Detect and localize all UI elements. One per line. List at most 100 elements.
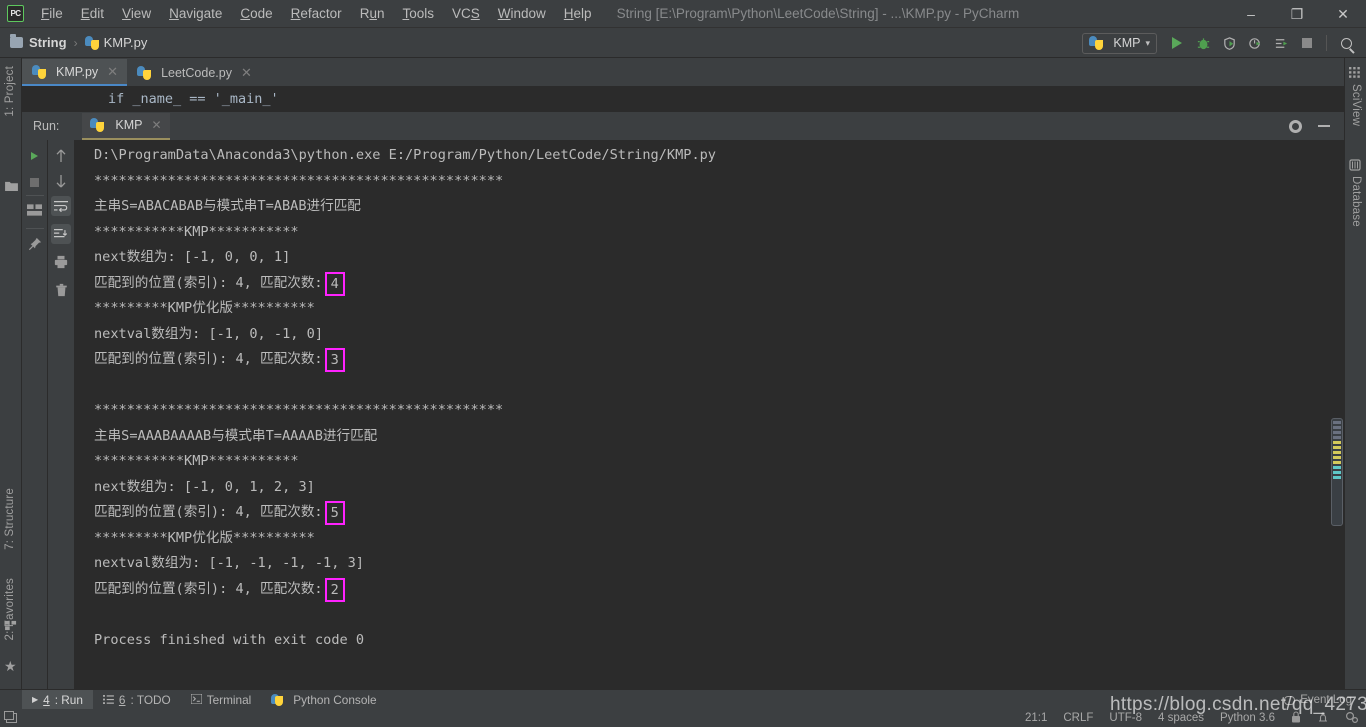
close-button[interactable]: ✕ [1320, 0, 1366, 28]
rerun-icon[interactable] [25, 146, 45, 166]
menu-item-code[interactable]: Code [231, 3, 281, 25]
tab-leetcode-py[interactable]: LeetCode.py ✕ [127, 59, 261, 86]
window-title: String [E:\Program\Python\LeetCode\Strin… [617, 6, 1020, 21]
run-configuration-selector[interactable]: KMP ▾ [1082, 33, 1157, 54]
soft-wrap-icon[interactable] [51, 196, 71, 216]
gear-icon[interactable] [1289, 120, 1302, 133]
tool-window-python-console[interactable]: Python Console [261, 690, 386, 709]
file-encoding[interactable]: UTF-8 [1109, 712, 1142, 724]
sidebar-item-database[interactable]: Database [1350, 176, 1362, 227]
print-icon[interactable] [51, 252, 71, 272]
tool-windows-icon[interactable] [6, 713, 17, 723]
caret-position[interactable]: 21:1 [1025, 712, 1047, 724]
concurrency-icon[interactable] [1269, 31, 1293, 55]
console-line-text: 匹配到的位置(索引): 4, 匹配次数: [94, 351, 323, 367]
terminal-icon [191, 693, 202, 707]
menu-item-navigate[interactable]: Navigate [160, 3, 231, 25]
match-count-highlight: 2 [325, 578, 345, 602]
tool-window-bar: ▶ 4 : Run 6 : TODO Terminal Python Conso… [0, 689, 1366, 709]
breadcrumb-separator: › [74, 36, 78, 50]
python-icon [90, 118, 104, 132]
sidebar-item-structure[interactable]: 7: Structure [4, 488, 16, 550]
breadcrumb-project[interactable]: String [29, 35, 67, 50]
console-line: nextval数组为: [-1, 0, -1, 0] [94, 322, 1344, 348]
tool-window-terminal[interactable]: Terminal [181, 690, 262, 709]
clear-all-icon[interactable] [51, 280, 71, 300]
coverage-icon[interactable] [1217, 31, 1241, 55]
scroll-to-end-icon[interactable] [51, 224, 71, 244]
lock-icon[interactable] [1291, 711, 1301, 726]
menu-item-tools[interactable]: Tools [393, 3, 443, 25]
console-gutter-secondary [48, 140, 74, 689]
pycharm-window: PC File Edit View Navigate Code Refactor… [0, 0, 1366, 727]
tab-close-icon[interactable]: ✕ [241, 65, 252, 81]
background-tasks-icon[interactable] [1345, 711, 1358, 726]
play-icon: ▶ [32, 695, 38, 704]
stop-icon[interactable] [1295, 31, 1319, 55]
console-line: 匹配到的位置(索引): 4, 匹配次数:3 [94, 347, 1344, 373]
tool-window-todo[interactable]: 6 : TODO [93, 690, 181, 709]
window-controls: – ❐ ✕ [1228, 0, 1366, 28]
breadcrumb-file[interactable]: KMP.py [104, 35, 148, 50]
pin-icon[interactable] [25, 234, 45, 254]
sidebar-item-project[interactable]: 1: Project [4, 66, 16, 117]
console-scrollbar[interactable] [1330, 140, 1344, 689]
tool-window-run[interactable]: ▶ 4 : Run [22, 690, 93, 709]
project-folder-icon[interactable] [5, 178, 18, 196]
run-console-panel: D:\ProgramData\Anaconda3\python.exe E:/P… [22, 140, 1344, 689]
minimize-icon[interactable] [1318, 125, 1330, 127]
console-line: 主串S=ABACABAB与模式串T=ABAB进行匹配 [94, 194, 1344, 220]
chevron-down-icon: ▾ [1145, 38, 1150, 49]
sidebar-item-sciview[interactable]: SciView [1350, 84, 1362, 126]
menu-item-help[interactable]: Help [555, 3, 601, 25]
console-line: 匹配到的位置(索引): 4, 匹配次数:2 [94, 577, 1344, 603]
tool-window-todo-label: : TODO [130, 693, 170, 707]
tab-kmp-py[interactable]: KMP.py ✕ [22, 59, 127, 86]
match-count-highlight: 4 [325, 272, 345, 296]
match-count-highlight: 3 [325, 348, 345, 372]
run-icon[interactable] [1165, 31, 1189, 55]
scrollbar-marks[interactable] [1331, 418, 1343, 526]
console-line [94, 373, 1344, 399]
sciview-grid-icon[interactable] [1349, 66, 1361, 84]
menu-item-window[interactable]: Window [489, 3, 555, 25]
run-tab-close-icon[interactable]: ✕ [152, 118, 162, 132]
maximize-button[interactable]: ❐ [1274, 0, 1320, 28]
console-line: 匹配到的位置(索引): 4, 匹配次数:5 [94, 500, 1344, 526]
title-bar: PC File Edit View Navigate Code Refactor… [0, 0, 1366, 28]
profile-icon[interactable] [1243, 31, 1267, 55]
tab-label: KMP.py [56, 65, 98, 79]
line-separator[interactable]: CRLF [1063, 712, 1093, 724]
minimize-button[interactable]: – [1228, 0, 1274, 28]
down-icon[interactable] [51, 171, 71, 191]
event-log-button[interactable]: Event Log [1284, 694, 1352, 706]
debug-icon[interactable] [1191, 31, 1215, 55]
navigation-bar: String › KMP.py KMP ▾ [0, 28, 1366, 58]
python-interpreter[interactable]: Python 3.6 [1220, 712, 1275, 724]
database-icon[interactable] [1349, 158, 1361, 176]
console-line: next数组为: [-1, 0, 0, 1] [94, 245, 1344, 271]
tool-window-terminal-label: Terminal [207, 693, 252, 707]
stop-icon[interactable] [25, 172, 45, 192]
menu-item-vcs[interactable]: VCS [443, 3, 489, 25]
console-output[interactable]: D:\ProgramData\Anaconda3\python.exe E:/P… [74, 140, 1344, 689]
console-line: ****************************************… [94, 398, 1344, 424]
star-icon[interactable]: ★ [4, 658, 17, 675]
menu-item-view[interactable]: View [113, 3, 160, 25]
run-tab-kmp[interactable]: KMP ✕ [82, 113, 169, 140]
indent-setting[interactable]: 4 spaces [1158, 712, 1204, 724]
menu-item-edit[interactable]: Edit [72, 3, 113, 25]
console-line: *********KMP优化版********** [94, 526, 1344, 552]
tab-close-icon[interactable]: ✕ [107, 64, 118, 80]
menu-item-file[interactable]: File [32, 3, 72, 25]
sidebar-item-favorites[interactable]: 2: Favorites [4, 578, 16, 640]
menu-item-run[interactable]: Run [351, 3, 394, 25]
layout-icon[interactable] [25, 200, 45, 220]
tool-window-run-num: 4 [43, 693, 50, 707]
search-everywhere-icon[interactable] [1334, 31, 1358, 55]
up-icon[interactable] [51, 146, 71, 166]
menu-item-refactor[interactable]: Refactor [282, 3, 351, 25]
inspector-icon[interactable] [1317, 711, 1329, 726]
folder-icon [10, 37, 23, 48]
editor-code-line[interactable]: if _name_ == '_main_' [22, 86, 1344, 112]
